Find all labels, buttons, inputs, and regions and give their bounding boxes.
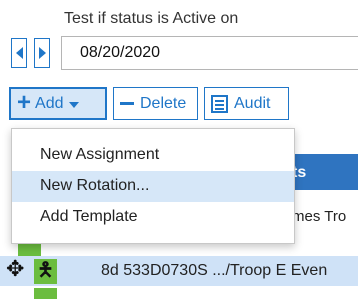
previous-date-button[interactable]	[11, 38, 27, 68]
status-indicator-icon	[34, 288, 57, 299]
status-label: Test if status is Active on	[64, 10, 239, 27]
table-row[interactable]: mes Tro	[292, 190, 358, 234]
add-button-label: Add	[35, 94, 64, 112]
add-button[interactable]: + Add	[9, 87, 107, 120]
delete-button-label: Delete	[140, 94, 187, 112]
grid-column-header[interactable]: ts	[292, 154, 358, 190]
row-description: 8d 533D0730S .../Troop E Even	[101, 262, 328, 279]
list-icon	[211, 94, 228, 113]
chevron-down-icon	[69, 101, 80, 108]
chevron-right-icon	[38, 47, 46, 59]
date-field[interactable]	[61, 36, 358, 70]
table-row[interactable]	[0, 286, 358, 299]
plus-icon: +	[17, 88, 32, 116]
audit-button-label: Audit	[234, 94, 271, 112]
audit-button[interactable]: Audit	[204, 87, 289, 120]
menu-item-new-rotation[interactable]: New Rotation...	[12, 171, 294, 202]
move-icon[interactable]: ✥	[6, 258, 24, 280]
next-date-button[interactable]	[34, 38, 50, 68]
add-dropdown-menu: New Assignment New Rotation... Add Templ…	[11, 128, 295, 244]
menu-item-new-assignment[interactable]: New Assignment	[12, 140, 294, 171]
chevron-left-icon	[15, 47, 23, 59]
menu-item-add-template[interactable]: Add Template	[12, 202, 294, 233]
delete-button[interactable]: Delete	[113, 87, 198, 120]
minus-icon	[120, 102, 134, 105]
person-icon: 🯅	[34, 259, 57, 284]
table-row-selected[interactable]: ✥ 🯅 8d 533D0730S .../Troop E Even	[0, 256, 358, 286]
